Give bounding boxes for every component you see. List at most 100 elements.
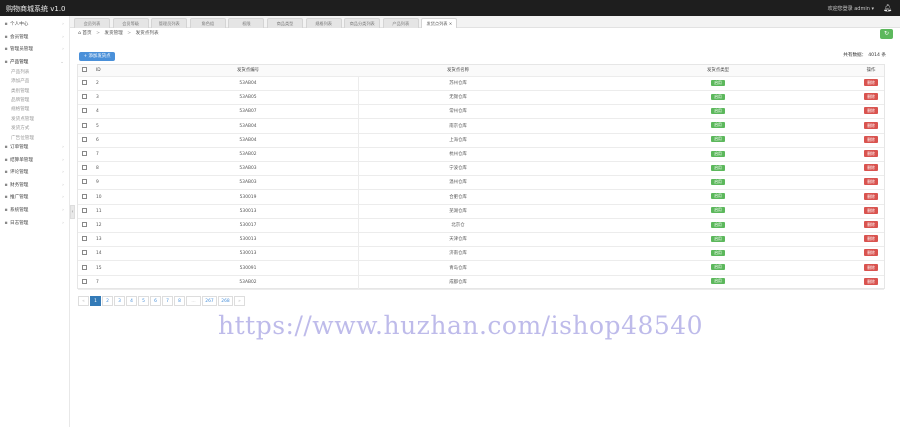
cell-code: 53AB03 (239, 166, 257, 172)
tab-7[interactable]: 商品分类列表 (344, 18, 381, 28)
cell-operation: 删除 (858, 247, 884, 261)
tab-4[interactable]: 权限 (228, 18, 265, 28)
sidebar-item[interactable]: ▪ 会员管理 › (0, 33, 70, 43)
pager-next[interactable]: » (234, 296, 245, 306)
table-row: 13 530013 天津仓库 启用 删除 (78, 233, 884, 248)
sidebar-item[interactable]: ▪ 日志管理 › (0, 219, 70, 229)
chevron-down-icon: ⌄ (60, 59, 64, 65)
delete-button[interactable]: 删除 (864, 93, 878, 101)
row-checkbox[interactable] (82, 136, 87, 142)
row-checkbox[interactable] (82, 264, 87, 270)
row-checkbox[interactable] (82, 193, 87, 199)
sidebar-item-label: 结算单管理 (10, 157, 33, 163)
delete-button[interactable]: 删除 (864, 121, 878, 129)
tab-5[interactable]: 商品类型 (267, 18, 303, 28)
row-checkbox[interactable] (82, 236, 87, 242)
status-badge: 启用 (711, 249, 725, 256)
delete-button[interactable]: 删除 (864, 206, 878, 214)
pager-prev[interactable]: « (78, 296, 89, 306)
select-all-checkbox[interactable] (82, 67, 87, 72)
cell-type: 启用 (658, 120, 778, 134)
pager-page[interactable]: 6 (150, 296, 161, 306)
cell-type: 启用 (658, 105, 778, 119)
cell-operation: 删除 (858, 105, 884, 119)
pager-page: ... (186, 296, 201, 306)
pager-page[interactable]: 7 (162, 296, 173, 306)
pager-page[interactable]: 4 (126, 296, 137, 306)
delete-button[interactable]: 删除 (864, 164, 878, 172)
sidebar-item[interactable]: ▪ 管理员管理 › (0, 45, 70, 55)
tab-6[interactable]: 规格列表 (305, 18, 342, 28)
sidebar-item-label: 广告位管理 (11, 135, 34, 141)
row-checkbox[interactable] (82, 222, 87, 227)
row-checkbox[interactable] (82, 151, 87, 156)
sidebar-item-label: 管理员管理 (10, 47, 33, 53)
delete-button[interactable]: 删除 (864, 178, 878, 186)
refresh-button[interactable]: ↻ (880, 29, 893, 39)
sidebar-item[interactable]: ▪ 财务管理 › (0, 181, 70, 191)
tab-3[interactable]: 角色组 (189, 18, 226, 28)
delete-button[interactable]: 删除 (864, 150, 878, 157)
bell-icon[interactable]: 🔔︎ (883, 4, 892, 12)
row-select-cell (82, 247, 90, 261)
sidebar-item[interactable]: ▪ 订单管理 › (0, 143, 70, 153)
user-menu[interactable]: 欢迎您登录 admin ▾ (828, 5, 874, 12)
delete-button[interactable]: 删除 (864, 277, 878, 285)
breadcrumb-section[interactable]: 发货管理 (104, 31, 122, 36)
cell-type: 启用 (658, 162, 778, 176)
status-badge: 启用 (711, 235, 725, 242)
delete-button[interactable]: 删除 (864, 79, 878, 86)
add-shipping-point-button[interactable]: + 添加发货点 (79, 52, 115, 61)
sidebar-collapse-handle[interactable]: ‹ (70, 205, 75, 219)
chevron-right-icon: › (62, 220, 64, 226)
home-icon: ⌂ (78, 31, 81, 36)
sidebar-item[interactable]: ▪ 个人中心 › (0, 20, 70, 30)
pager-page[interactable]: 268 (218, 296, 233, 306)
cell-operation: 删除 (858, 219, 884, 233)
delete-button[interactable]: 删除 (864, 263, 878, 271)
delete-button[interactable]: 删除 (864, 249, 878, 257)
row-checkbox[interactable] (82, 278, 87, 284)
cell-type: 启用 (658, 262, 778, 276)
cell-type: 启用 (658, 77, 778, 91)
row-checkbox[interactable] (82, 207, 87, 213)
tab-8[interactable]: 产品列表 (382, 18, 419, 28)
row-checkbox[interactable] (82, 179, 87, 185)
cell-code: 530019 (239, 194, 257, 200)
status-badge: 启用 (711, 278, 725, 285)
delete-button[interactable]: 删除 (864, 235, 878, 243)
pager-page[interactable]: 5 (138, 296, 149, 306)
row-checkbox[interactable] (82, 165, 87, 171)
pager-page[interactable]: 3 (114, 296, 125, 306)
tab-2[interactable]: 管理员列表 (151, 18, 188, 28)
pager-page[interactable]: 2 (102, 296, 113, 306)
delete-button[interactable]: 删除 (864, 135, 878, 143)
cell-name: 宁波仓库 (449, 166, 467, 172)
tab-1[interactable]: 会员等级 (112, 18, 149, 28)
sidebar-item[interactable]: ▪ 推广管理 › (0, 193, 70, 203)
sidebar-item[interactable]: ▪ 产品管理 ⌄ (0, 58, 70, 68)
row-select-cell (82, 91, 90, 105)
row-checkbox[interactable] (82, 122, 87, 128)
tab-0[interactable]: 会员列表 (74, 18, 110, 28)
row-checkbox[interactable] (82, 108, 87, 114)
row-checkbox[interactable] (82, 94, 87, 100)
row-checkbox[interactable] (82, 80, 87, 85)
row-checkbox[interactable] (82, 250, 87, 256)
cell-name: 芜湖仓库 (449, 208, 467, 214)
pager-page[interactable]: 267 (202, 296, 217, 306)
pager-page[interactable]: 8 (174, 296, 185, 306)
chevron-right-icon: › (62, 47, 64, 53)
sidebar-item[interactable]: ▪ 结算单管理 › (0, 156, 70, 166)
row-select-cell (82, 120, 90, 134)
breadcrumb-home[interactable]: 首页 (82, 31, 91, 36)
tab-9[interactable]: 发货点列表 × (421, 18, 458, 28)
delete-button[interactable]: 删除 (864, 192, 878, 200)
sidebar-item[interactable]: ▪ 系统管理 › (0, 206, 70, 216)
breadcrumb: ⌂ 首页 > 发货管理 > 发货点列表 (78, 30, 159, 38)
sidebar-item[interactable]: ▪ 评论管理 › (0, 168, 70, 178)
delete-button[interactable]: 删除 (864, 221, 878, 228)
pager-page[interactable]: 1 (90, 296, 101, 306)
delete-button[interactable]: 删除 (864, 107, 878, 115)
menu-icon: ▪ (4, 182, 8, 188)
